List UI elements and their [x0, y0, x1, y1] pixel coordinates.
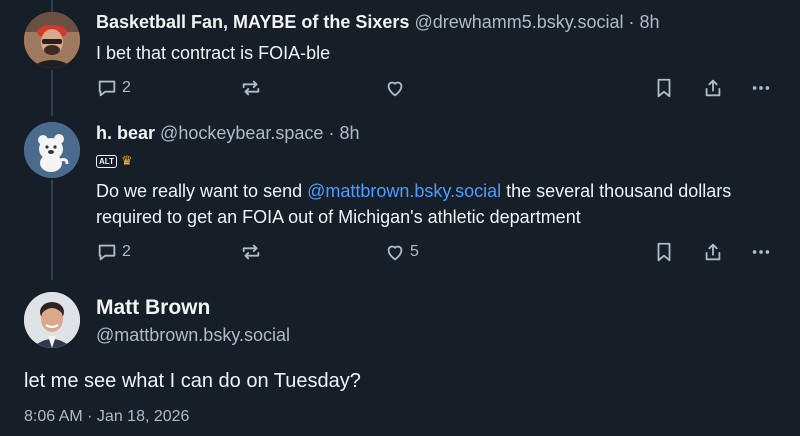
avatar-mattbrown[interactable]	[24, 292, 80, 348]
author-name[interactable]: h. bear	[96, 123, 155, 143]
avatar-hockeybear[interactable]	[24, 122, 80, 178]
post-text-start: Do we really want to send	[96, 181, 308, 201]
more-icon	[752, 86, 770, 90]
post-text: Do we really want to send @mattbrown.bsk…	[96, 178, 786, 230]
post-time[interactable]: 8h	[640, 12, 660, 32]
share-icon	[705, 243, 721, 261]
like-count: 5	[410, 243, 419, 260]
repost-button[interactable]	[240, 77, 262, 99]
bookmark-button[interactable]	[654, 77, 674, 99]
like-icon	[387, 245, 403, 261]
separator-dot: ·	[328, 123, 335, 143]
reply-button[interactable]: 2	[96, 77, 131, 99]
thread-line-2	[51, 180, 53, 280]
main-author-name[interactable]: Matt Brown	[96, 296, 210, 320]
reply-button[interactable]: 2	[96, 241, 131, 263]
share-icon	[705, 79, 721, 97]
like-icon	[387, 81, 403, 97]
reply-count: 2	[122, 79, 131, 96]
crown-icon: ♛	[120, 153, 133, 168]
reply-count: 2	[122, 243, 131, 260]
more-icon	[752, 250, 770, 254]
repost-icon	[242, 80, 260, 96]
like-button[interactable]: 5	[384, 241, 419, 263]
repost-button[interactable]	[240, 241, 262, 263]
post-text: I bet that contract is FOIA-ble	[96, 43, 331, 63]
share-button[interactable]	[702, 241, 724, 263]
author-name[interactable]: Basketball Fan, MAYBE of the Sixers	[96, 12, 409, 32]
main-author-handle[interactable]: @mattbrown.bsky.social	[96, 325, 290, 346]
author-handle[interactable]: @hockeybear.space	[160, 123, 323, 143]
thread-line-top	[51, 0, 53, 12]
main-post-timestamp[interactable]: 8:06 AM · Jan 18, 2026	[24, 408, 189, 426]
profile-badges: ALT ♛	[96, 154, 133, 168]
mention-link[interactable]: @mattbrown.bsky.social	[307, 181, 501, 201]
post-time[interactable]: 8h	[339, 123, 359, 143]
reply-icon	[98, 80, 116, 97]
post-header: h. bear @hockeybear.space · 8h	[96, 123, 359, 144]
repost-icon	[242, 244, 260, 260]
like-button[interactable]	[384, 77, 406, 99]
bookmark-button[interactable]	[654, 241, 674, 263]
bookmark-icon	[657, 242, 671, 262]
avatar-drewhamm5[interactable]	[24, 12, 80, 68]
share-button[interactable]	[702, 77, 724, 99]
bookmark-icon	[657, 78, 671, 98]
more-options-button[interactable]	[750, 77, 772, 99]
more-options-button[interactable]	[750, 241, 772, 263]
post-header: Basketball Fan, MAYBE of the Sixers @dre…	[96, 12, 660, 33]
thread-line-1	[51, 70, 53, 116]
alt-badge[interactable]: ALT	[96, 154, 117, 168]
main-post-text: let me see what I can do on Tuesday?	[24, 370, 361, 392]
reply-icon	[98, 244, 116, 261]
author-handle[interactable]: @drewhamm5.bsky.social	[414, 12, 623, 32]
separator-dot: ·	[628, 12, 635, 32]
